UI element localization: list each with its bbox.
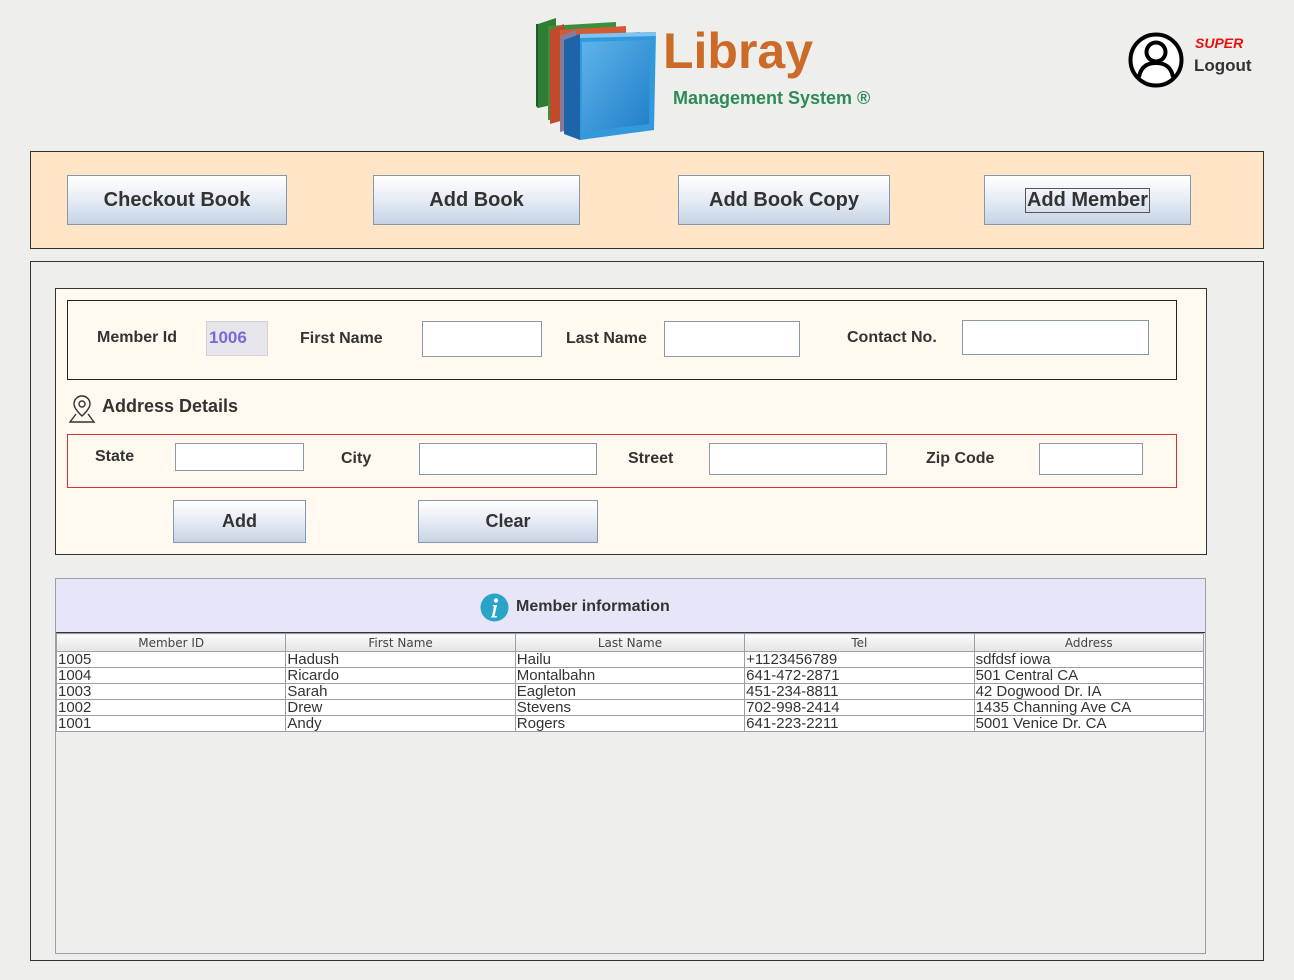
app-title: Libray bbox=[663, 23, 814, 79]
cell-member-id: 1003 bbox=[55, 683, 287, 700]
add-member-button-label: Add Member bbox=[1024, 187, 1151, 213]
cell-last-name: Stevens bbox=[514, 699, 746, 716]
cell-last-name: Montalbahn bbox=[514, 667, 746, 684]
cell-address: 501 Central CA bbox=[973, 667, 1205, 684]
last-name-label: Last Name bbox=[566, 330, 647, 347]
table-header-row: Member ID First Name Last Name Tel Addre… bbox=[55, 633, 1205, 652]
books-logo-icon bbox=[536, 18, 656, 140]
add-button[interactable]: Add bbox=[173, 500, 306, 543]
column-header-member-id[interactable]: Member ID bbox=[55, 633, 287, 652]
member-id-label: Member Id bbox=[97, 329, 178, 346]
user-role-label: SUPER bbox=[1195, 35, 1244, 51]
cell-address: 42 Dogwood Dr. IA bbox=[973, 683, 1205, 700]
cell-first-name: Sarah bbox=[285, 683, 516, 700]
address-details-box: State City Street Zip Code bbox=[67, 434, 1177, 488]
cell-member-id: 1004 bbox=[55, 667, 287, 684]
cell-last-name: Eagleton bbox=[514, 683, 746, 700]
column-header-address[interactable]: Address bbox=[973, 633, 1205, 652]
cell-last-name: Rogers bbox=[514, 715, 746, 732]
cell-tel: 702-998-2414 bbox=[744, 699, 975, 716]
column-header-tel[interactable]: Tel bbox=[744, 633, 975, 652]
state-input[interactable] bbox=[175, 443, 304, 471]
cell-tel: 641-472-2871 bbox=[744, 667, 975, 684]
table-row[interactable]: 1003 Sarah Eagleton 451-234-8811 42 Dogw… bbox=[55, 683, 1205, 700]
table-row[interactable]: 1001 Andy Rogers 641-223-2211 5001 Venic… bbox=[55, 715, 1205, 732]
member-info-header: Member information bbox=[56, 579, 1205, 633]
table-row[interactable]: 1005 Hadush Hailu +1123456789 sdfdsf iow… bbox=[55, 651, 1205, 668]
member-form-panel: Member Id 1006 First Name Last Name Cont… bbox=[55, 288, 1207, 555]
cell-member-id: 1002 bbox=[55, 699, 287, 716]
state-label: State bbox=[95, 448, 135, 465]
city-input[interactable] bbox=[419, 443, 597, 475]
street-label: Street bbox=[628, 450, 674, 467]
cell-last-name: Hailu bbox=[514, 651, 746, 668]
city-label: City bbox=[341, 450, 372, 467]
address-details-title: Address Details bbox=[102, 396, 239, 416]
member-details-box: Member Id 1006 First Name Last Name Cont… bbox=[67, 300, 1177, 380]
cell-first-name: Hadush bbox=[285, 651, 516, 668]
cell-first-name: Ricardo bbox=[285, 667, 516, 684]
first-name-input[interactable] bbox=[422, 321, 542, 357]
contact-input[interactable] bbox=[962, 320, 1149, 355]
zip-code-label: Zip Code bbox=[926, 450, 995, 467]
clear-button[interactable]: Clear bbox=[418, 500, 598, 543]
street-input[interactable] bbox=[709, 443, 887, 475]
column-header-first-name[interactable]: First Name bbox=[285, 633, 516, 652]
member-table[interactable]: Member ID First Name Last Name Tel Addre… bbox=[55, 633, 1205, 732]
cell-address: sdfdsf iowa bbox=[973, 651, 1205, 668]
column-header-last-name[interactable]: Last Name bbox=[514, 633, 746, 652]
add-member-button[interactable]: Add Member bbox=[984, 175, 1191, 225]
cell-first-name: Drew bbox=[285, 699, 516, 716]
last-name-input[interactable] bbox=[664, 321, 800, 357]
user-avatar-icon[interactable] bbox=[1128, 32, 1184, 88]
cell-tel: 641-223-2211 bbox=[744, 715, 975, 732]
first-name-label: First Name bbox=[300, 330, 383, 347]
cell-address: 5001 Venice Dr. CA bbox=[973, 715, 1205, 732]
app-subtitle: Management System ® bbox=[673, 88, 871, 108]
logout-link[interactable]: Logout bbox=[1194, 56, 1252, 76]
cell-address: 1435 Channing Ave CA bbox=[973, 699, 1205, 716]
zip-code-input[interactable] bbox=[1039, 443, 1143, 475]
cell-member-id: 1001 bbox=[55, 715, 287, 732]
contact-label: Contact No. bbox=[847, 329, 937, 346]
table-row[interactable]: 1002 Drew Stevens 702-998-2414 1435 Chan… bbox=[55, 699, 1205, 716]
member-info-panel: Member information Member ID First Name … bbox=[55, 578, 1206, 954]
add-book-button[interactable]: Add Book bbox=[373, 175, 580, 225]
cell-tel: 451-234-8811 bbox=[744, 683, 975, 700]
member-id-field: 1006 bbox=[206, 321, 268, 356]
main-panel: Member Id 1006 First Name Last Name Cont… bbox=[30, 261, 1264, 961]
add-book-copy-button[interactable]: Add Book Copy bbox=[678, 175, 890, 225]
checkout-book-button[interactable]: Checkout Book bbox=[67, 175, 287, 225]
table-row[interactable]: 1004 Ricardo Montalbahn 641-472-2871 501… bbox=[55, 667, 1205, 684]
member-info-title: Member information bbox=[516, 598, 670, 615]
menu-bar: Checkout Book Add Book Add Book Copy Add… bbox=[30, 151, 1264, 249]
cell-first-name: Andy bbox=[285, 715, 516, 732]
info-icon bbox=[480, 593, 509, 622]
map-pin-icon bbox=[68, 395, 96, 423]
cell-tel: +1123456789 bbox=[744, 651, 975, 668]
cell-member-id: 1005 bbox=[55, 651, 287, 668]
